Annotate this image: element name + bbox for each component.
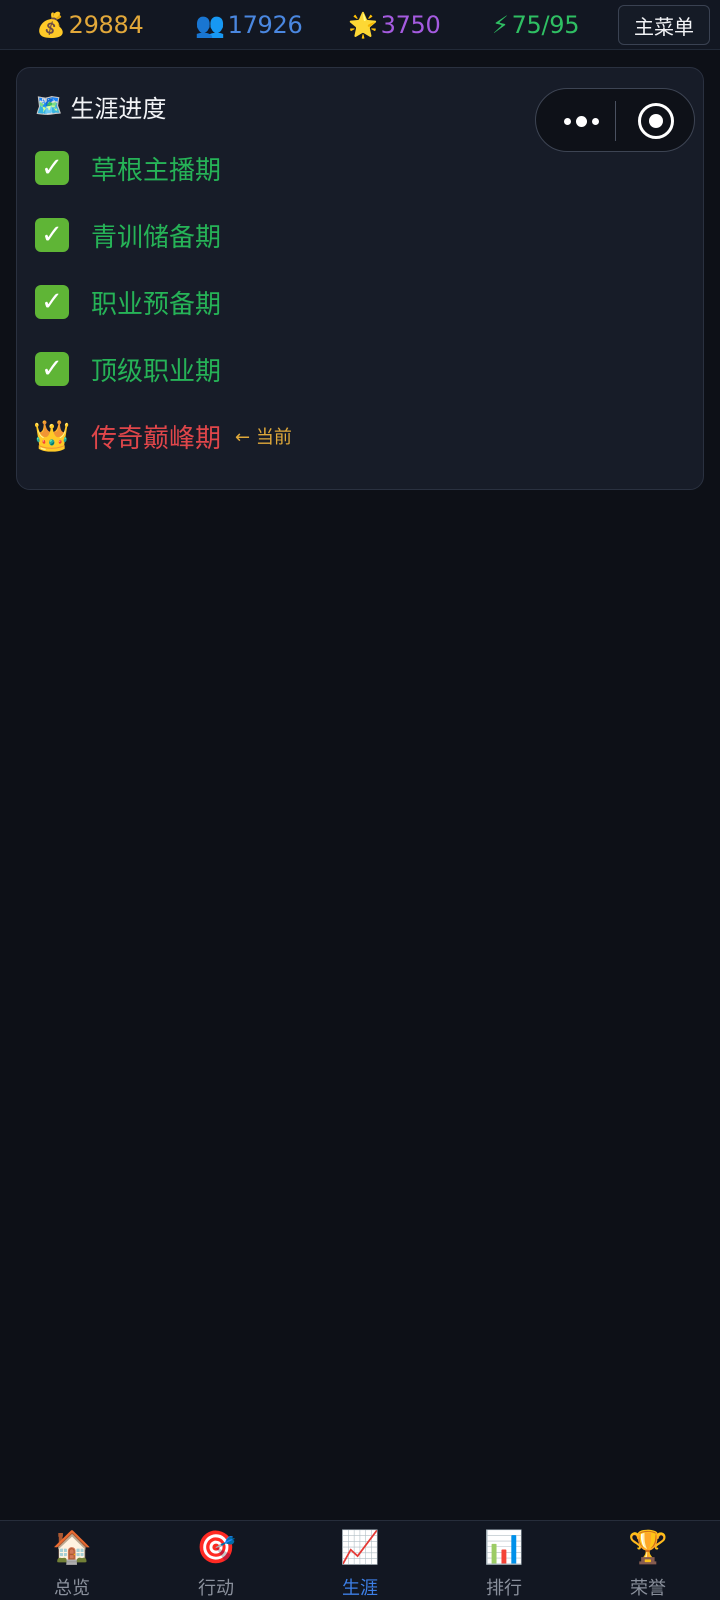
stage-name: 青训储备期: [91, 222, 222, 253]
tab-career[interactable]: 📈 生涯: [288, 1521, 432, 1600]
lightning-icon: ⚡: [492, 11, 509, 39]
bottom-nav: 🏠 总览 🎯 行动 📈 生涯 📊 排行 🏆 荣誉: [0, 1520, 720, 1600]
money-stat: 💰 29884: [36, 8, 144, 42]
trophy-icon: 🏆: [628, 1527, 668, 1566]
stage-name: 职业预备期: [91, 289, 222, 320]
stage-item: ✓ 职业预备期: [35, 282, 221, 322]
close-miniprogram-button[interactable]: [638, 103, 674, 139]
current-marker: ← 当前: [235, 427, 292, 448]
sun-icon: 🌟: [348, 11, 378, 39]
fame-stat: 🌟 3750: [348, 8, 441, 42]
stage-item-current: 👑 传奇巅峰期 ← 当前: [33, 416, 292, 456]
main-menu-button[interactable]: 主菜单: [618, 5, 710, 45]
check-icon: ✓: [35, 285, 69, 319]
map-icon: 🗺️: [35, 93, 63, 119]
people-icon: 👥: [195, 11, 225, 39]
tab-label: 总览: [54, 1578, 90, 1599]
check-icon: ✓: [35, 352, 69, 386]
energy-value: 75/95: [511, 11, 580, 39]
stage-item: ✓ 顶级职业期: [35, 349, 221, 389]
tab-ranking[interactable]: 📊 排行: [432, 1521, 576, 1600]
crown-icon: 👑: [33, 418, 71, 454]
energy-stat: ⚡ 75/95: [492, 8, 580, 42]
money-bag-icon: 💰: [36, 11, 66, 39]
status-bar: 💰 29884 👥 17926 🌟 3750 ⚡ 75/95 主菜单: [0, 0, 720, 50]
tab-label: 行动: [198, 1578, 234, 1599]
money-value: 29884: [68, 11, 144, 39]
fans-value: 17926: [227, 11, 303, 39]
fans-stat: 👥 17926: [195, 8, 303, 42]
tab-label: 排行: [486, 1578, 522, 1599]
tab-overview[interactable]: 🏠 总览: [0, 1521, 144, 1600]
tab-label: 生涯: [342, 1578, 378, 1599]
stage-name: 顶级职业期: [91, 356, 222, 387]
check-icon: ✓: [35, 151, 69, 185]
stage-item: ✓ 青训储备期: [35, 215, 221, 255]
house-icon: 🏠: [52, 1527, 92, 1566]
tab-label: 荣誉: [630, 1578, 666, 1599]
chart-increasing-icon: 📈: [340, 1527, 380, 1566]
dart-target-icon: 🎯: [196, 1527, 236, 1566]
card-title: 🗺️ 生涯进度: [35, 90, 167, 123]
stage-name: 传奇巅峰期: [91, 423, 222, 454]
check-icon: ✓: [35, 218, 69, 252]
stage-name: 草根主播期: [91, 155, 222, 186]
card-title-text: 生涯进度: [70, 94, 167, 123]
stage-item: ✓ 草根主播期: [35, 148, 221, 188]
capsule-divider: [615, 101, 616, 141]
tab-action[interactable]: 🎯 行动: [144, 1521, 288, 1600]
more-options-button[interactable]: [556, 89, 606, 153]
tab-honor[interactable]: 🏆 荣誉: [576, 1521, 720, 1600]
bar-chart-icon: 📊: [484, 1527, 524, 1566]
miniprogram-capsule: [535, 88, 695, 152]
fame-value: 3750: [380, 11, 441, 39]
